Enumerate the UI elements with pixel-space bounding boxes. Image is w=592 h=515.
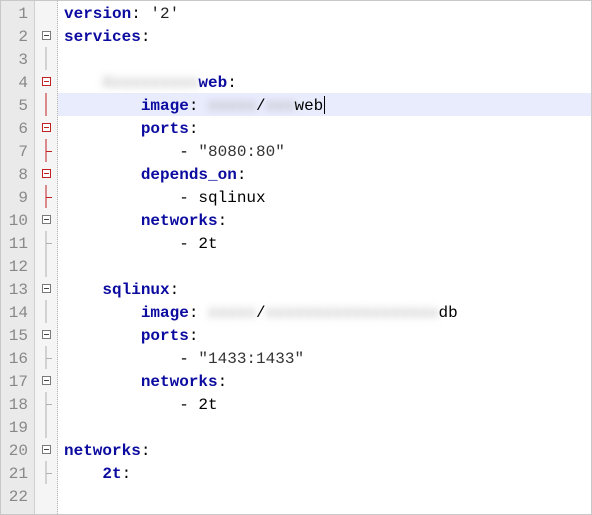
line-number: 8	[5, 164, 28, 187]
code-line[interactable]: ports:	[58, 118, 591, 141]
code-line[interactable]	[58, 486, 591, 509]
fold-cell	[35, 277, 57, 300]
line-number: 20	[5, 440, 28, 463]
code-line[interactable]: - "1433:1433"	[58, 348, 591, 371]
code-area[interactable]: version: '2'services: Xxxxxxxxxxweb: ima…	[58, 1, 591, 514]
line-number: 11	[5, 233, 28, 256]
code-line[interactable]: sqlinux:	[58, 279, 591, 302]
fold-cell	[35, 162, 57, 185]
line-number: 19	[5, 417, 28, 440]
fold-cell	[35, 392, 57, 415]
line-number: 14	[5, 302, 28, 325]
line-number: 7	[5, 141, 28, 164]
fold-cell	[35, 484, 57, 507]
code-line[interactable]: depends_on:	[58, 164, 591, 187]
fold-cell	[35, 185, 57, 208]
code-editor[interactable]: 12345678910111213141516171819202122 vers…	[0, 0, 592, 515]
fold-toggle-icon[interactable]	[42, 445, 51, 454]
line-number: 4	[5, 72, 28, 95]
line-number: 15	[5, 325, 28, 348]
line-number: 3	[5, 49, 28, 72]
fold-toggle-icon[interactable]	[42, 77, 51, 86]
fold-cell	[35, 1, 57, 24]
line-number: 5	[5, 95, 28, 118]
fold-cell	[35, 323, 57, 346]
line-number: 17	[5, 371, 28, 394]
line-number: 2	[5, 26, 28, 49]
fold-cell	[35, 70, 57, 93]
fold-cell	[35, 346, 57, 369]
code-line[interactable]: services:	[58, 26, 591, 49]
fold-toggle-icon[interactable]	[42, 169, 51, 178]
fold-toggle-icon[interactable]	[42, 284, 51, 293]
code-line[interactable]	[58, 49, 591, 72]
fold-cell	[35, 415, 57, 438]
code-line[interactable]: image: xxxxx/xxxweb	[58, 95, 591, 118]
fold-cell	[35, 300, 57, 323]
code-line[interactable]: ports:	[58, 325, 591, 348]
code-line[interactable]: networks:	[58, 440, 591, 463]
line-number-gutter: 12345678910111213141516171819202122	[1, 1, 35, 514]
line-number: 16	[5, 348, 28, 371]
code-line[interactable]: - sqlinux	[58, 187, 591, 210]
code-line[interactable]: networks:	[58, 371, 591, 394]
fold-cell	[35, 369, 57, 392]
code-line[interactable]: - 2t	[58, 394, 591, 417]
code-line[interactable]: image: xxxxx/xxxxxxxxxxxxxxxxxxdb	[58, 302, 591, 325]
line-number: 12	[5, 256, 28, 279]
code-line[interactable]: - "8080:80"	[58, 141, 591, 164]
fold-cell	[35, 231, 57, 254]
code-line[interactable]	[58, 256, 591, 279]
fold-toggle-icon[interactable]	[42, 123, 51, 132]
line-number: 22	[5, 486, 28, 509]
fold-toggle-icon[interactable]	[42, 376, 51, 385]
code-line[interactable]: Xxxxxxxxxxweb:	[58, 72, 591, 95]
fold-cell	[35, 208, 57, 231]
text-caret	[324, 96, 325, 114]
code-line[interactable]: 2t:	[58, 463, 591, 486]
fold-toggle-icon[interactable]	[42, 330, 51, 339]
fold-cell	[35, 461, 57, 484]
fold-column	[35, 1, 58, 514]
line-number: 1	[5, 3, 28, 26]
line-number: 6	[5, 118, 28, 141]
line-number: 10	[5, 210, 28, 233]
fold-cell	[35, 47, 57, 70]
code-line[interactable]: version: '2'	[58, 3, 591, 26]
fold-toggle-icon[interactable]	[42, 215, 51, 224]
fold-cell	[35, 116, 57, 139]
code-line[interactable]	[58, 417, 591, 440]
fold-cell	[35, 438, 57, 461]
line-number: 9	[5, 187, 28, 210]
fold-cell	[35, 24, 57, 47]
line-number: 21	[5, 463, 28, 486]
fold-toggle-icon[interactable]	[42, 31, 51, 40]
code-line[interactable]: - 2t	[58, 233, 591, 256]
line-number: 13	[5, 279, 28, 302]
fold-cell	[35, 254, 57, 277]
code-line[interactable]: networks:	[58, 210, 591, 233]
fold-cell	[35, 93, 57, 116]
line-number: 18	[5, 394, 28, 417]
fold-cell	[35, 139, 57, 162]
